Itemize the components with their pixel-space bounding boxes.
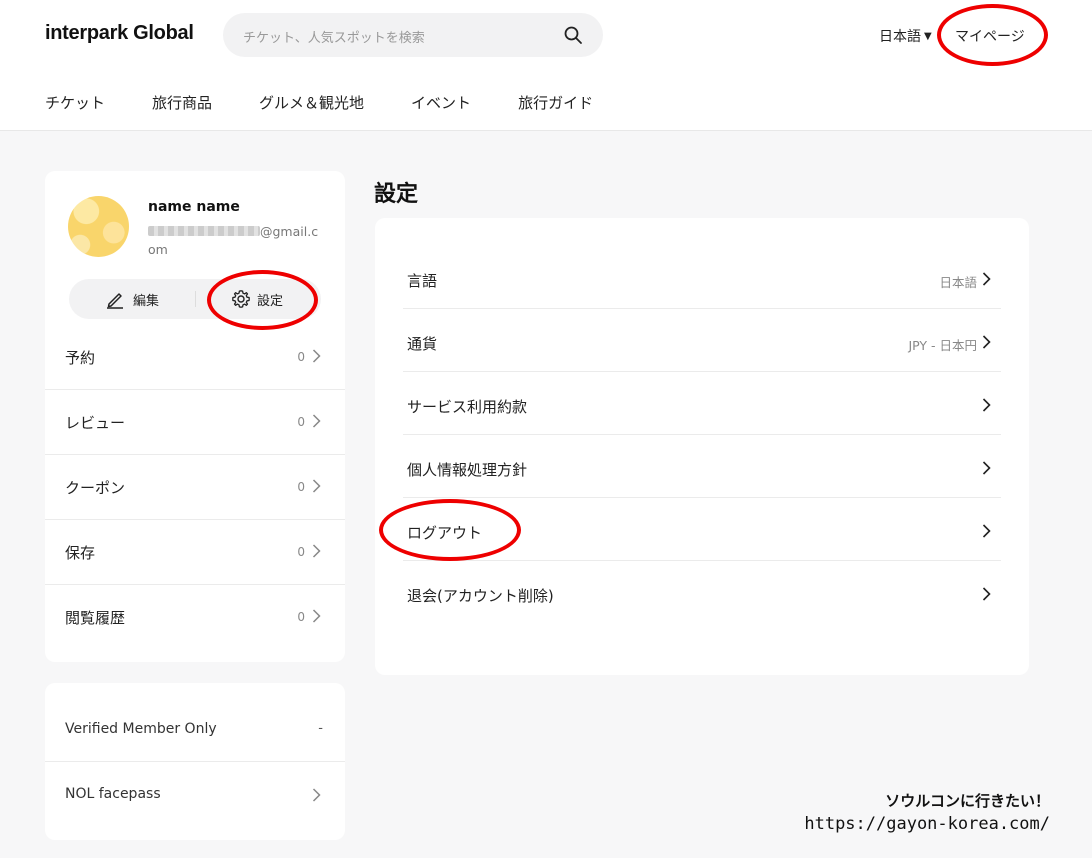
gear-icon xyxy=(232,290,250,308)
menu-count: 0 xyxy=(297,415,305,429)
search-icon[interactable] xyxy=(563,25,583,45)
divider xyxy=(195,291,196,307)
nav-gourmet[interactable]: グルメ＆観光地 xyxy=(259,92,364,113)
caret-down-icon: ▼ xyxy=(924,30,932,42)
menu-item-history[interactable]: 閲覧履歴 0 xyxy=(45,585,345,650)
settings-value: 日本語 xyxy=(939,275,977,290)
chevron-right-icon xyxy=(312,609,321,623)
settings-item-currency[interactable]: 通貨 JPY - 日本円 xyxy=(403,309,1001,372)
chevron-right-icon xyxy=(312,349,321,363)
menu-label: 保存 xyxy=(65,544,96,562)
chevron-right-icon xyxy=(982,461,991,475)
settings-item-language[interactable]: 言語 日本語 xyxy=(403,246,1001,309)
mypage-menu: 予約 0 レビュー 0 クーポン 0 保存 0 閲覧履歴 0 xyxy=(45,325,345,650)
settings-label: 通貨 xyxy=(407,335,438,353)
avatar xyxy=(68,196,129,257)
menu-item-reviews[interactable]: レビュー 0 xyxy=(45,390,345,455)
menu-label: レビュー xyxy=(65,414,126,432)
pencil-icon xyxy=(107,293,123,309)
language-label: 日本語 xyxy=(879,29,921,45)
settings-item-privacy[interactable]: 個人情報処理方針 xyxy=(403,435,1001,498)
extra-value: - xyxy=(318,721,323,736)
settings-label: 個人情報処理方針 xyxy=(407,461,528,479)
edit-label: 編集 xyxy=(133,293,160,309)
logout-label: ログアウト xyxy=(407,524,483,542)
menu-item-reservations[interactable]: 予約 0 xyxy=(45,325,345,390)
extra-label: Verified Member Only xyxy=(65,721,217,737)
site-logo[interactable]: interpark Global xyxy=(45,22,194,45)
nav-tickets[interactable]: チケット xyxy=(45,92,105,113)
facepass-row[interactable]: NOL facepass xyxy=(45,762,345,827)
settings-item-terms[interactable]: サービス利用約款 xyxy=(403,372,1001,435)
settings-label: 言語 xyxy=(407,272,438,290)
menu-label: 閲覧履歴 xyxy=(65,609,126,627)
chevron-right-icon xyxy=(982,335,991,349)
nav-events[interactable]: イベント xyxy=(411,92,471,113)
mypage-link[interactable]: マイページ xyxy=(955,26,1025,46)
settings-label: サービス利用約款 xyxy=(407,398,528,416)
chevron-right-icon xyxy=(312,479,321,493)
settings-label: 退会(アカウント削除) xyxy=(407,587,554,605)
search-input[interactable]: チケット、人気スポットを検索 xyxy=(243,27,425,46)
extra-label: NOL facepass xyxy=(65,786,161,802)
chevron-right-icon xyxy=(312,414,321,428)
menu-count: 0 xyxy=(297,480,305,494)
chevron-right-icon xyxy=(312,544,321,558)
settings-button[interactable]: 設定 xyxy=(231,289,283,309)
chevron-right-icon xyxy=(312,788,321,802)
chevron-right-icon xyxy=(982,524,991,538)
profile-card: name name @gmail.com 編集 設定 予約 0 レビュー 0 ク… xyxy=(45,171,345,662)
profile-actions: 編集 設定 xyxy=(69,279,321,319)
settings-list: 言語 日本語 通貨 JPY - 日本円 サービス利用約款 個人情報処理方針 ログ… xyxy=(403,246,1001,624)
settings-card: 言語 日本語 通貨 JPY - 日本円 サービス利用約款 個人情報処理方針 ログ… xyxy=(375,218,1029,675)
verified-member-row: Verified Member Only - xyxy=(45,697,345,762)
search-bar[interactable]: チケット、人気スポットを検索 xyxy=(223,13,603,57)
settings-value: JPY - 日本円 xyxy=(908,338,977,353)
membership-card: Verified Member Only - NOL facepass xyxy=(45,683,345,840)
nav-travel[interactable]: 旅行商品 xyxy=(152,92,212,113)
chevron-right-icon xyxy=(982,398,991,412)
edit-profile-button[interactable]: 編集 xyxy=(105,289,159,309)
settings-label: 設定 xyxy=(257,293,284,309)
chevron-right-icon xyxy=(982,587,991,601)
menu-label: 予約 xyxy=(65,349,96,367)
watermark-caption: ソウルコンに行きたい！ xyxy=(885,792,1050,810)
top-header: interpark Global チケット、人気スポットを検索 日本語 ▼ マイ… xyxy=(0,0,1092,131)
watermark-url: https://gayon-korea.com/ xyxy=(804,814,1050,834)
settings-item-withdraw[interactable]: 退会(アカウント削除) xyxy=(403,561,1001,624)
user-email: @gmail.com xyxy=(148,224,319,257)
menu-count: 0 xyxy=(297,545,305,559)
menu-item-coupons[interactable]: クーポン 0 xyxy=(45,455,345,520)
language-selector[interactable]: 日本語 ▼ xyxy=(879,26,932,46)
page-title: 設定 xyxy=(374,182,419,207)
menu-item-saved[interactable]: 保存 0 xyxy=(45,520,345,585)
main-nav: チケット 旅行商品 グルメ＆観光地 イベント 旅行ガイド xyxy=(45,92,593,113)
watermark: ソウルコンに行きたい！ https://gayon-korea.com/ xyxy=(804,790,1050,836)
nav-guide[interactable]: 旅行ガイド xyxy=(518,92,593,113)
settings-item-logout[interactable]: ログアウト xyxy=(403,498,1001,561)
chevron-right-icon xyxy=(982,272,991,286)
menu-count: 0 xyxy=(297,350,305,364)
menu-label: クーポン xyxy=(65,479,126,497)
user-name: name name xyxy=(148,199,240,215)
menu-count: 0 xyxy=(297,610,305,624)
